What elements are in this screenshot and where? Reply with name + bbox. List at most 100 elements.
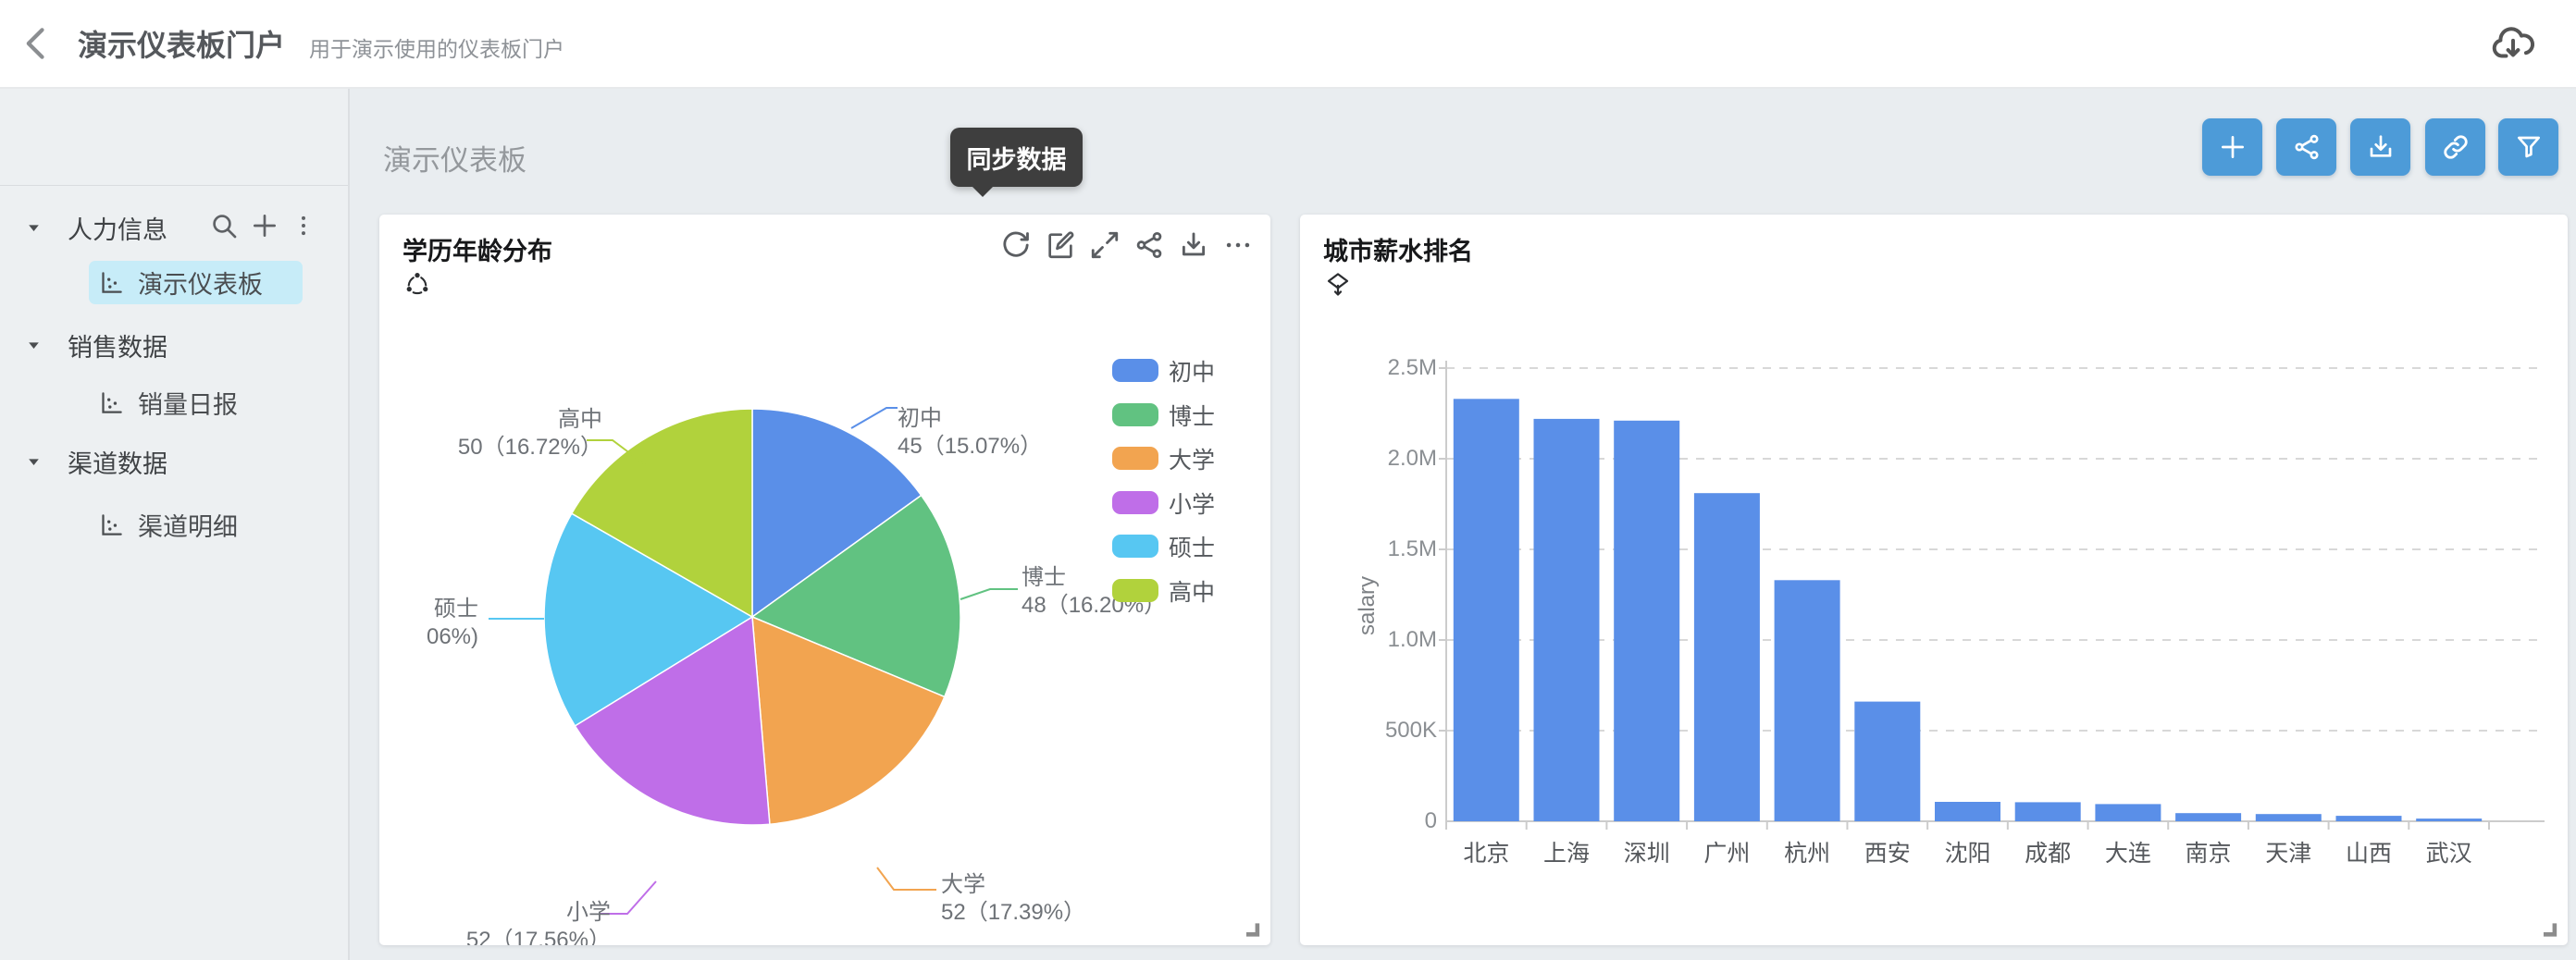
tree-group-label: 销售数据 bbox=[68, 333, 167, 362]
resize-handle-icon[interactable] bbox=[1241, 917, 1261, 938]
y-tick-label: 0 bbox=[1424, 808, 1437, 833]
bar-12[interactable] bbox=[2416, 818, 2483, 821]
chart-icon bbox=[99, 390, 124, 415]
tree-group-0[interactable]: 人力信息 bbox=[0, 213, 348, 244]
filter-button[interactable] bbox=[2498, 118, 2558, 176]
bar-1[interactable] bbox=[1533, 418, 1600, 821]
x-tick-label: 深圳 bbox=[1623, 841, 1670, 867]
legend-item-2[interactable]: 大学 bbox=[1112, 444, 1216, 474]
resize-handle-icon[interactable] bbox=[2538, 917, 2558, 938]
chevron-down-icon[interactable] bbox=[26, 220, 42, 236]
sync-data-tooltip: 同步数据 bbox=[950, 128, 1083, 197]
x-tick-label: 北京 bbox=[1463, 841, 1510, 867]
legend-swatch bbox=[1112, 579, 1158, 602]
bar-10[interactable] bbox=[2255, 814, 2322, 821]
pie-label-leader bbox=[960, 588, 1018, 600]
x-tick-label: 山西 bbox=[2345, 841, 2392, 867]
pie-data-label-4: 硕士 06%) bbox=[426, 597, 478, 649]
legend-item-1[interactable]: 博士 bbox=[1112, 400, 1216, 430]
legend-swatch bbox=[1112, 359, 1158, 382]
link-icon bbox=[2441, 132, 2471, 162]
bar-9[interactable] bbox=[2175, 813, 2242, 821]
y-tick-label: 2.5M bbox=[1387, 355, 1437, 380]
pie-data-label-2: 大学 52（17.39%） bbox=[941, 872, 1086, 925]
share-button[interactable] bbox=[2276, 118, 2336, 176]
tree-item-label: 渠道明细 bbox=[138, 513, 238, 541]
legend-swatch bbox=[1112, 447, 1158, 470]
chevron-down-icon[interactable] bbox=[26, 338, 42, 353]
bar-chart[interactable] bbox=[1300, 215, 2568, 945]
bar-8[interactable] bbox=[2095, 804, 2161, 821]
tree-item-1[interactable]: 销量日报 bbox=[89, 381, 303, 425]
x-tick-label: 西安 bbox=[1864, 841, 1911, 867]
x-tick-label: 大连 bbox=[2104, 841, 2151, 867]
pie-label-leader bbox=[850, 407, 898, 429]
plus-button[interactable] bbox=[2202, 118, 2262, 176]
x-tick-label: 南京 bbox=[2185, 841, 2232, 867]
pie-data-label-0: 初中 45（15.07%） bbox=[898, 406, 1043, 459]
back-button[interactable] bbox=[17, 23, 57, 64]
download-button[interactable] bbox=[2350, 118, 2410, 176]
x-tick-label: 杭州 bbox=[1784, 841, 1831, 867]
legend-label: 硕士 bbox=[1169, 535, 1216, 561]
bar-0[interactable] bbox=[1453, 399, 1519, 821]
x-tick-label: 沈阳 bbox=[1944, 841, 1991, 867]
link-button[interactable] bbox=[2425, 118, 2485, 176]
chart-icon bbox=[99, 270, 124, 295]
tree-item-0[interactable]: 演示仪表板 bbox=[89, 261, 303, 304]
bar-6[interactable] bbox=[1935, 802, 2000, 821]
chevron-down-icon[interactable] bbox=[26, 454, 42, 470]
page-title: 演示仪表板门户 bbox=[78, 29, 286, 62]
x-tick-label: 武汉 bbox=[2425, 841, 2472, 867]
x-tick-label: 天津 bbox=[2265, 841, 2312, 867]
sidebar: 人力信息演示仪表板销售数据销量日报渠道数据渠道明细 bbox=[0, 89, 350, 960]
y-tick-label: 500K bbox=[1384, 718, 1437, 743]
legend-item-0[interactable]: 初中 bbox=[1112, 356, 1216, 386]
y-tick-label: 1.5M bbox=[1387, 536, 1437, 561]
tree-group-1[interactable]: 销售数据 bbox=[0, 330, 348, 362]
legend-label: 大学 bbox=[1169, 447, 1216, 474]
app-header: 演示仪表板门户 用于演示使用的仪表板门户 bbox=[0, 0, 2576, 89]
tree-item-2[interactable]: 渠道明细 bbox=[89, 503, 303, 547]
download-icon bbox=[2366, 132, 2396, 162]
legend-label: 初中 bbox=[1169, 359, 1216, 386]
tree-group-label: 渠道数据 bbox=[68, 449, 167, 478]
legend-swatch bbox=[1112, 491, 1158, 514]
bar-5[interactable] bbox=[1854, 701, 1921, 821]
legend-swatch bbox=[1112, 535, 1158, 558]
bar-7[interactable] bbox=[2014, 802, 2081, 821]
bar-3[interactable] bbox=[1693, 493, 1760, 821]
tree-group-label: 人力信息 bbox=[68, 215, 167, 244]
chart-icon bbox=[99, 512, 124, 537]
tree-group-2[interactable]: 渠道数据 bbox=[0, 447, 348, 478]
cloud-download-icon[interactable] bbox=[2489, 20, 2537, 67]
pie-data-label-3: 小学 52（17.56%） bbox=[465, 900, 611, 945]
y-tick-label: 1.0M bbox=[1387, 627, 1437, 652]
legend-item-4[interactable]: 硕士 bbox=[1112, 532, 1216, 561]
legend-label: 博士 bbox=[1169, 403, 1216, 430]
dashboard-title: 演示仪表板 bbox=[383, 144, 526, 177]
main-area: 演示仪表板 同步数据 学历年龄分布 初中 45（15.07%） 博士 48（16.20… bbox=[350, 89, 2576, 960]
filter-icon bbox=[2514, 132, 2544, 162]
legend-item-5[interactable]: 高中 bbox=[1112, 576, 1216, 606]
share-icon bbox=[2292, 132, 2322, 162]
plus-icon bbox=[2218, 132, 2248, 162]
bar-4[interactable] bbox=[1774, 580, 1840, 821]
bar-11[interactable] bbox=[2335, 816, 2402, 821]
pie-label-leader bbox=[876, 867, 936, 891]
legend-label: 高中 bbox=[1169, 579, 1216, 606]
legend-label: 小学 bbox=[1169, 491, 1216, 518]
pie-data-label-5: 高中 50（16.72%） bbox=[457, 407, 602, 460]
legend-item-3[interactable]: 小学 bbox=[1112, 488, 1216, 518]
x-tick-label: 广州 bbox=[1703, 841, 1751, 867]
bar-chart-card: 城市薪水排名 salary 2.5M 2.0M 1.5M 1.0M 500K 0 北京 上海深… bbox=[1300, 215, 2568, 945]
y-tick-label: 2.0M bbox=[1387, 446, 1437, 471]
x-tick-label: 成都 bbox=[2025, 841, 2072, 867]
tree-item-label: 销量日报 bbox=[138, 391, 238, 419]
legend-swatch bbox=[1112, 403, 1158, 426]
tree-item-label: 演示仪表板 bbox=[138, 271, 263, 299]
bar-2[interactable] bbox=[1614, 420, 1680, 821]
sidebar-divider bbox=[0, 185, 348, 186]
x-tick-label: 上海 bbox=[1543, 841, 1591, 867]
pie-chart-card: 学历年龄分布 初中 45（15.07%） 博士 48（16.20%） 大学 52（17.3… bbox=[379, 215, 1270, 945]
